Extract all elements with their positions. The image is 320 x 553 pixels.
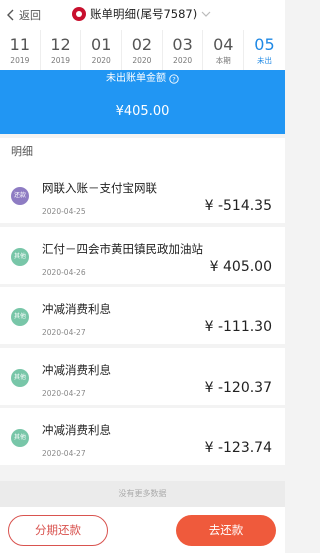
transaction-amount: ¥ -514.35 xyxy=(204,198,272,214)
transaction-date: 2020-04-27 xyxy=(42,449,86,458)
month-sublabel: 2020 xyxy=(91,56,111,65)
transaction-date: 2020-04-27 xyxy=(42,328,86,337)
month-tab[interactable]: 12 2019 xyxy=(41,30,82,70)
category-badge: 其他 xyxy=(11,308,29,326)
installment-repay-button[interactable]: 分期还款 xyxy=(8,515,108,546)
month-sublabel: 2019 xyxy=(50,56,71,65)
unbilled-amount-banner: 未出账单金额 ? ¥405.00 xyxy=(0,70,285,134)
month-tab[interactable]: 02 2020 xyxy=(122,30,163,70)
transaction-title: 冲减消费利息 xyxy=(42,302,111,316)
transaction-amount: ¥ -120.37 xyxy=(204,379,272,396)
transaction-item[interactable]: 其他 冲减消费利息 2020-04-27 ¥ -120.37 xyxy=(0,347,285,405)
page-title: 账单明细(尾号7587) xyxy=(90,7,198,21)
category-badge: 还款 xyxy=(11,187,29,205)
transaction-list: 还款 网联入账－支付宝网联 2020-04-25 ¥ -514.35 其他 汇付… xyxy=(0,166,285,469)
transaction-date: 2020-04-27 xyxy=(42,388,86,398)
month-sublabel: 本期 xyxy=(215,56,231,65)
category-badge: 其他 xyxy=(11,429,29,447)
month-number: 03 xyxy=(172,35,193,54)
month-number: 04 xyxy=(213,35,234,54)
transaction-amount: ¥ 405.00 xyxy=(209,258,272,275)
bottom-action-bar: 分期还款 去还款 xyxy=(0,507,285,553)
no-more-data-notice: 没有更多数据 xyxy=(0,481,285,507)
transaction-item[interactable]: 其他 冲减消费利息 2020-04-27 ¥ -111.30 xyxy=(0,287,285,344)
transaction-item[interactable]: 还款 网联入账－支付宝网联 2020-04-25 ¥ -514.35 xyxy=(0,166,285,223)
svg-text:?: ? xyxy=(172,76,175,84)
bill-title-selector[interactable]: 账单明细(尾号7587) xyxy=(72,5,211,23)
transaction-amount: ¥ -123.74 xyxy=(204,440,272,456)
month-sublabel: 未出 xyxy=(256,56,272,65)
month-tab[interactable]: 11 2019 xyxy=(0,30,41,70)
month-number: 05 xyxy=(254,35,275,54)
transaction-date: 2020-04-26 xyxy=(42,267,86,277)
transaction-title: 冲减消费利息 xyxy=(42,423,111,437)
month-number: 12 xyxy=(50,35,71,54)
month-number: 01 xyxy=(91,35,112,54)
unbilled-label: 未出账单金额 xyxy=(106,73,166,84)
month-tab[interactable]: 04 本期 xyxy=(203,30,245,70)
chevron-left-icon xyxy=(7,9,14,21)
transaction-item[interactable]: 其他 汇付－四会市黄田镇民政加油站 2020-04-26 ¥ 405.00 xyxy=(0,226,285,284)
back-label: 返回 xyxy=(19,9,41,22)
unbilled-amount: ¥405.00 xyxy=(115,104,170,119)
detail-section-title: 明细 xyxy=(0,138,285,166)
month-tab[interactable]: 03 2020 xyxy=(163,30,204,70)
month-sublabel: 2020 xyxy=(132,56,152,65)
month-sublabel: 2020 xyxy=(173,56,193,65)
transaction-date: 2020-04-25 xyxy=(42,207,86,216)
month-sublabel: 2019 xyxy=(10,56,30,65)
transaction-title: 汇付－四会市黄田镇民政加油站 xyxy=(42,241,203,256)
category-badge: 其他 xyxy=(11,368,29,387)
month-number: 11 xyxy=(9,35,31,54)
month-tabs: 11 2019 12 2019 01 2020 02 2020 03 2020 04 本期 … xyxy=(0,30,285,70)
help-icon[interactable]: ? xyxy=(169,74,179,84)
month-number: 02 xyxy=(131,35,153,54)
chevron-down-icon xyxy=(201,11,211,17)
category-badge: 其他 xyxy=(11,247,29,266)
top-nav-bar: 返回 账单明细(尾号7587) xyxy=(0,0,285,30)
month-tab-active[interactable]: 05 未出 xyxy=(244,30,285,70)
transaction-title: 冲减消费利息 xyxy=(42,362,111,377)
bank-logo-icon xyxy=(72,7,86,21)
bill-detail-screen: 返回 账单明细(尾号7587) 11 2019 12 2019 01 2020 02 2… xyxy=(0,0,285,553)
back-button[interactable]: 返回 xyxy=(6,6,41,24)
repay-button[interactable]: 去还款 xyxy=(176,515,276,546)
month-tab[interactable]: 01 2020 xyxy=(81,30,123,70)
transaction-title: 网联入账－支付宝网联 xyxy=(42,181,157,195)
transaction-item[interactable]: 其他 冲减消费利息 2020-04-27 ¥ -123.74 xyxy=(0,408,285,465)
transaction-amount: ¥ -111.30 xyxy=(204,319,272,335)
